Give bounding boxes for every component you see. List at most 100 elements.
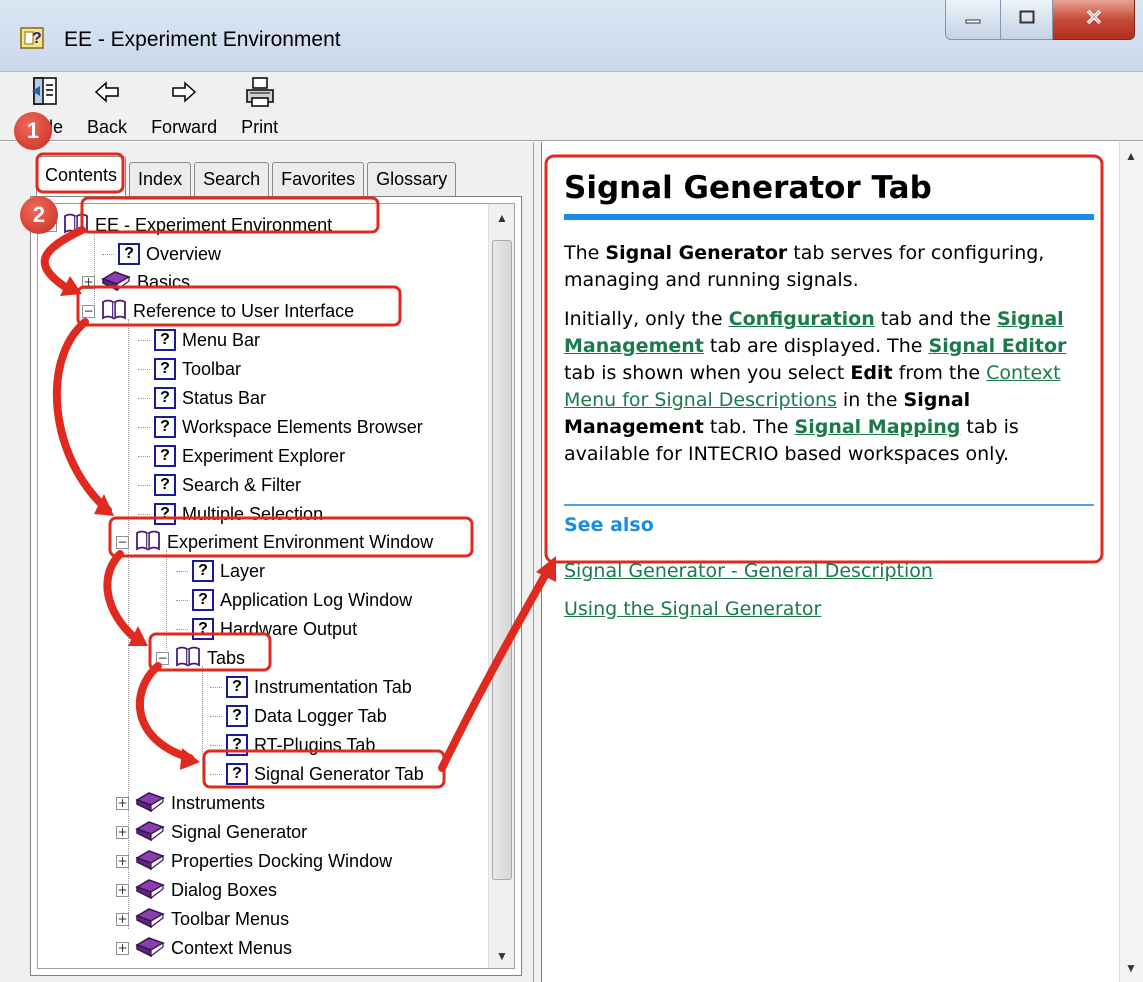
tree-item-label: Menu Bar — [182, 329, 261, 350]
back-button[interactable]: Back — [75, 76, 139, 140]
tree-item-experiment-explorer[interactable]: ? Experiment Explorer — [138, 442, 345, 470]
tree-item-tabs[interactable]: − Tabs — [156, 644, 245, 672]
title-bar: ? EE - Experiment Environment — [0, 0, 1143, 72]
tree-item-label: Properties Docking Window — [171, 850, 393, 871]
bold-text: Signal Generator — [605, 242, 788, 264]
signal-editor-link[interactable]: Signal Editor — [929, 335, 1067, 357]
collapse-icon[interactable]: − — [82, 304, 95, 318]
open-book-icon — [175, 645, 201, 672]
tree-item-label: RT-Plugins Tab — [254, 734, 376, 755]
scrollbar-thumb[interactable] — [492, 240, 512, 880]
tree-connector — [138, 426, 150, 428]
svg-text:?: ? — [32, 30, 42, 47]
tree-item-multiple-selection[interactable]: ? Multiple Selection — [138, 500, 323, 528]
help-topic-icon: ? — [154, 474, 176, 496]
configuration-link[interactable]: Configuration — [729, 308, 875, 330]
maximize-button[interactable] — [1001, 0, 1053, 40]
tree-guide-line — [128, 319, 129, 929]
tree-item-properties-docking-window[interactable]: + Properties Docking Window — [116, 847, 392, 875]
help-app-icon: ? — [18, 24, 48, 57]
tab-index[interactable]: Index — [129, 162, 192, 196]
tree-connector — [210, 715, 222, 717]
toolbar: Hide Back Forward — [14, 76, 290, 140]
intro-paragraph: The Signal Generator tab serves for conf… — [564, 240, 1094, 294]
see-also-link-general-description[interactable]: Signal Generator - General Description — [564, 560, 1094, 582]
tree-item-label: Tabs — [207, 647, 246, 668]
see-also-rule — [564, 504, 1094, 506]
tree-item-toolbar-menus[interactable]: + Toolbar Menus — [116, 905, 289, 933]
print-label: Print — [241, 117, 279, 137]
help-topic-icon: ? — [154, 416, 176, 438]
tree-item-instruments[interactable]: + Instruments — [116, 789, 265, 817]
tree-item-label: Status Bar — [182, 387, 267, 408]
maximize-icon — [1019, 10, 1035, 29]
tree-item-rt-plugins-tab[interactable]: ? RT-Plugins Tab — [210, 731, 375, 759]
forward-arrow-icon — [170, 76, 198, 117]
tree-item-signal-generator[interactable]: + Signal Generator — [116, 818, 307, 846]
collapse-icon[interactable]: − — [156, 651, 169, 665]
tree-item-application-log-window[interactable]: ? Application Log Window — [176, 586, 412, 614]
tree-item-toolbar[interactable]: ? Toolbar — [138, 355, 241, 383]
tree-item-reference-to-user-interface[interactable]: − Reference to User Interface — [82, 297, 354, 325]
tree-item-layer[interactable]: ? Layer — [176, 557, 265, 585]
scroll-up-arrow-icon[interactable]: ▲ — [1120, 144, 1142, 168]
tree-item-context-menus[interactable]: + Context Menus — [116, 934, 292, 962]
open-book-icon — [63, 212, 89, 239]
help-topic-icon: ? — [192, 618, 214, 640]
tree-item-menu-bar[interactable]: ? Menu Bar — [138, 326, 260, 354]
tree-item-label: Overview — [146, 243, 222, 264]
tree-item-label: Instruments — [171, 792, 266, 813]
tree-item-overview[interactable]: ? Overview — [102, 240, 221, 268]
help-topic-icon: ? — [154, 358, 176, 380]
minimize-button[interactable] — [945, 0, 1001, 40]
tree-item-instrumentation-tab[interactable]: ? Instrumentation Tab — [210, 673, 412, 701]
tree-item-label: Signal Generator — [171, 821, 308, 842]
closed-book-icon — [135, 848, 165, 875]
close-button[interactable] — [1053, 0, 1135, 40]
tree-item-label: Dialog Boxes — [171, 879, 278, 900]
contents-panel: − EE - Experiment Environment ? Overview… — [30, 196, 522, 976]
tree-scrollbar[interactable]: ▲ ▼ — [488, 204, 514, 968]
tree-item-search-filter[interactable]: ? Search & Filter — [138, 471, 301, 499]
printer-icon — [245, 76, 275, 117]
tree-item-signal-generator-tab[interactable]: ? Signal Generator Tab — [210, 760, 424, 788]
tree-item-label: Application Log Window — [220, 589, 413, 610]
tree-item-status-bar[interactable]: ? Status Bar — [138, 384, 266, 412]
tab-favorites[interactable]: Favorites — [272, 162, 365, 196]
print-button[interactable]: Print — [229, 76, 290, 140]
tree-connector — [176, 628, 188, 630]
see-also-link-using-signal-generator[interactable]: Using the Signal Generator — [564, 598, 1094, 620]
scroll-down-arrow-icon[interactable]: ▼ — [1120, 956, 1142, 980]
topic-scrollbar[interactable]: ▲ ▼ — [1119, 142, 1143, 982]
scroll-down-arrow-icon[interactable]: ▼ — [489, 944, 514, 968]
tree-item-basics[interactable]: + Basics — [82, 268, 190, 296]
scroll-up-arrow-icon[interactable]: ▲ — [489, 206, 514, 230]
text: from the — [892, 362, 987, 384]
tree-item-dialog-boxes[interactable]: + Dialog Boxes — [116, 876, 277, 904]
pane-splitter[interactable] — [533, 142, 541, 982]
open-book-icon — [101, 298, 127, 325]
help-topic-icon: ? — [192, 589, 214, 611]
closed-book-icon — [135, 819, 165, 846]
help-topic-icon: ? — [226, 676, 248, 698]
back-label: Back — [87, 117, 128, 137]
step-badge-1: 1 — [14, 112, 52, 150]
tree-guide-line — [94, 232, 95, 304]
detail-paragraph: Initially, only the Configuration tab an… — [564, 306, 1094, 468]
signal-mapping-link[interactable]: Signal Mapping — [795, 416, 961, 438]
forward-button[interactable]: Forward — [139, 76, 229, 140]
tree-item-ee-experiment-environment[interactable]: − EE - Experiment Environment — [44, 211, 332, 239]
tree-item-experiment-environment-window[interactable]: − Experiment Environment Window — [116, 528, 433, 556]
tree-item-label: Toolbar — [182, 358, 242, 379]
tab-search[interactable]: Search — [194, 162, 270, 196]
text: in the — [836, 389, 904, 411]
tree-item-workspace-elements-browser[interactable]: ? Workspace Elements Browser — [138, 413, 423, 441]
expand-icon[interactable]: + — [116, 941, 129, 955]
tab-contents[interactable]: Contents — [36, 156, 127, 196]
tree-item-label: Workspace Elements Browser — [182, 416, 423, 437]
tab-glossary[interactable]: Glossary — [367, 162, 457, 196]
tree-item-hardware-output[interactable]: ? Hardware Output — [176, 615, 357, 643]
help-topic-icon: ? — [154, 329, 176, 351]
tree-item-data-logger-tab[interactable]: ? Data Logger Tab — [210, 702, 387, 730]
navigation-tabs: Contents Index Search Favorites Glossary — [36, 154, 459, 196]
